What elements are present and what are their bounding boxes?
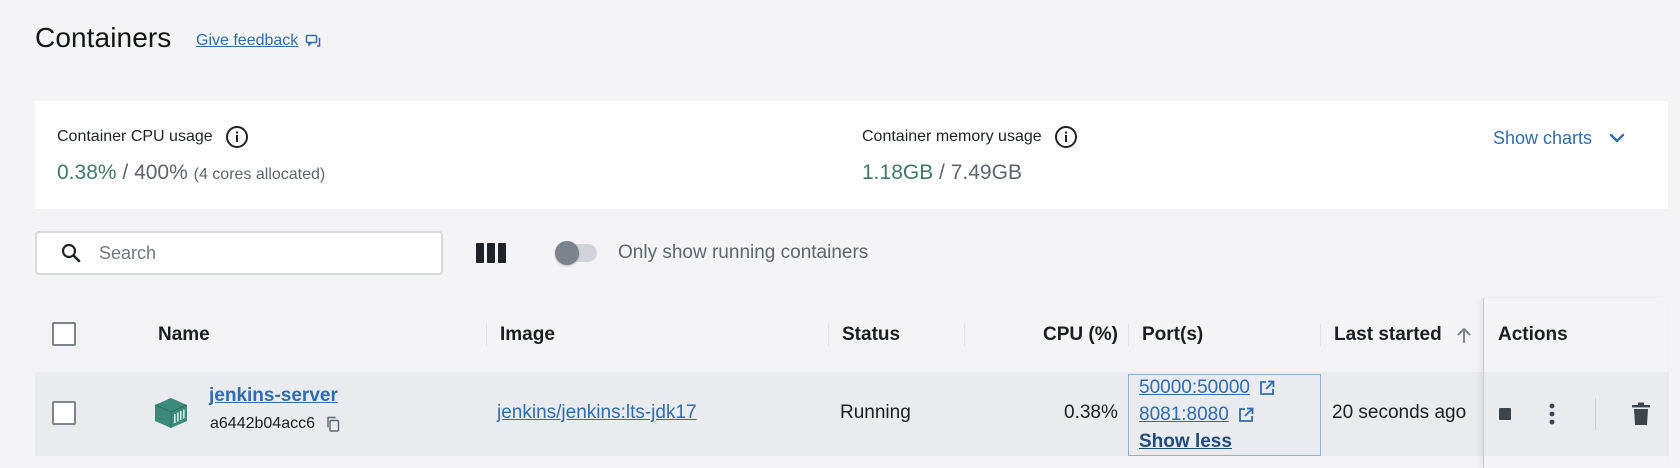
give-feedback-link[interactable]: Give feedback bbox=[196, 32, 321, 50]
table-header: Name Image Status CPU (%) Port(s) Last s… bbox=[35, 298, 1668, 372]
memory-usage-value: 1.18GB / 7.49GB bbox=[862, 161, 1022, 185]
running-only-toggle[interactable] bbox=[555, 241, 597, 265]
memory-usage-total: 7.49GB bbox=[950, 161, 1022, 184]
column-header-ports[interactable]: Port(s) bbox=[1142, 324, 1203, 346]
column-header-cpu[interactable]: CPU (%) bbox=[1043, 324, 1118, 346]
arrow-up-icon bbox=[1457, 328, 1471, 343]
cpu-usage-label: Container CPU usage bbox=[57, 128, 213, 145]
column-divider bbox=[486, 324, 487, 346]
last-started-value: 20 seconds ago bbox=[1332, 402, 1467, 423]
give-feedback-label: Give feedback bbox=[196, 32, 299, 49]
container-cube-icon bbox=[154, 398, 188, 428]
columns-icon[interactable] bbox=[476, 242, 506, 264]
actions-column: Actions bbox=[1483, 298, 1669, 468]
column-header-image[interactable]: Image bbox=[500, 324, 555, 346]
info-icon[interactable] bbox=[225, 125, 249, 149]
containers-page: Containers Give feedback Container CPU u… bbox=[0, 0, 1680, 468]
row-checkbox[interactable] bbox=[52, 401, 76, 425]
actions-divider bbox=[1595, 398, 1596, 430]
feedback-icon bbox=[306, 34, 321, 47]
port-entry[interactable]: 8081:8080 bbox=[1139, 404, 1255, 426]
usage-stats-card: Container CPU usage 0.38% / 400% (4 core… bbox=[35, 101, 1668, 209]
containers-table: Name Image Status CPU (%) Port(s) Last s… bbox=[35, 298, 1669, 468]
search-input[interactable] bbox=[99, 242, 419, 264]
copy-icon[interactable] bbox=[325, 416, 341, 432]
container-id: a6442b04acc6 bbox=[210, 415, 315, 432]
toggle-knob bbox=[555, 241, 579, 265]
column-divider bbox=[1320, 324, 1321, 346]
external-link-icon bbox=[1260, 380, 1275, 395]
select-all-checkbox[interactable] bbox=[52, 322, 76, 346]
search-box[interactable] bbox=[35, 231, 443, 275]
show-charts-label: Show charts bbox=[1492, 127, 1592, 148]
cpu-value: 0.38% bbox=[1064, 402, 1118, 423]
container-name-link[interactable]: jenkins-server bbox=[209, 385, 338, 407]
column-divider bbox=[1128, 324, 1129, 346]
info-icon[interactable] bbox=[1054, 125, 1078, 149]
cpu-usage-label-group: Container CPU usage bbox=[57, 125, 249, 149]
memory-usage-separator: / bbox=[933, 161, 951, 184]
running-only-label: Only show running containers bbox=[618, 242, 869, 263]
chevron-down-icon bbox=[1609, 133, 1625, 143]
column-header-status[interactable]: Status bbox=[842, 324, 900, 346]
table-row[interactable]: jenkins-server a6442b04acc6 jenkins/jenk… bbox=[35, 372, 1668, 456]
column-divider bbox=[828, 324, 829, 346]
column-header-name[interactable]: Name bbox=[158, 324, 210, 346]
trash-icon[interactable] bbox=[1631, 402, 1651, 426]
image-link[interactable]: jenkins/jenkins:lts-jdk17 bbox=[497, 402, 697, 424]
cpu-usage-current: 0.38% bbox=[57, 161, 117, 184]
ports-cell: 50000:50000 8081:8080 Show less bbox=[1128, 374, 1321, 456]
stop-icon[interactable] bbox=[1497, 406, 1513, 422]
search-icon bbox=[61, 243, 81, 263]
cpu-usage-value: 0.38% / 400% (4 cores allocated) bbox=[57, 161, 325, 185]
status-text: Running bbox=[840, 402, 911, 423]
row-actions bbox=[1484, 372, 1669, 456]
cpu-cores-note: (4 cores allocated) bbox=[193, 166, 326, 183]
show-charts-button[interactable]: Show charts bbox=[1493, 127, 1628, 149]
port-entry[interactable]: 50000:50000 bbox=[1139, 377, 1276, 399]
external-link-icon bbox=[1238, 407, 1254, 422]
memory-usage-label-group: Container memory usage bbox=[862, 125, 1078, 149]
show-less-link[interactable]: Show less bbox=[1139, 431, 1232, 453]
more-vertical-icon[interactable] bbox=[1548, 402, 1556, 426]
column-divider bbox=[964, 324, 965, 346]
memory-usage-current: 1.18GB bbox=[862, 161, 934, 184]
port-link[interactable]: 50000:50000 bbox=[1139, 377, 1250, 399]
column-header-actions: Actions bbox=[1498, 324, 1568, 345]
page-title: Containers bbox=[35, 22, 172, 53]
memory-usage-label: Container memory usage bbox=[862, 128, 1042, 145]
column-header-last-started[interactable]: Last started bbox=[1334, 324, 1474, 346]
last-started-label: Last started bbox=[1334, 324, 1442, 345]
container-id-group: a6442b04acc6 bbox=[210, 415, 341, 433]
cpu-usage-total: 400% bbox=[134, 161, 188, 184]
cpu-usage-separator: / bbox=[116, 161, 135, 184]
port-link[interactable]: 8081:8080 bbox=[1139, 404, 1229, 426]
